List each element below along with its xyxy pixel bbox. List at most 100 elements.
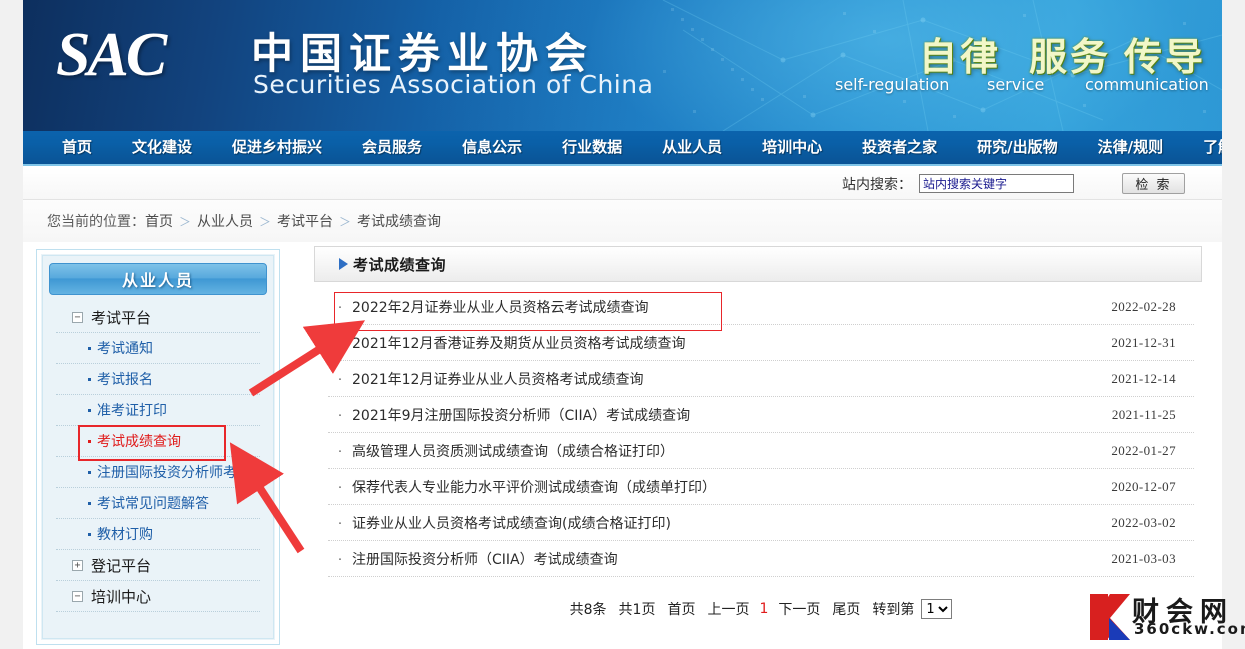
sidebar-item-0[interactable]: − 考试平台 [56,302,260,333]
sidebar-item-1[interactable]: 考试通知 [56,333,260,364]
site-search-bar: 站内搜索： 检 索 [23,168,1222,200]
watermark: 财会网 360ckw.com [1088,590,1245,642]
news-title[interactable]: 保荐代表人专业能力水平评价测试成绩查询（成绩单打印） [352,477,1084,497]
sidebar-title[interactable]: 从业人员 [49,263,267,295]
slogan-cn-3: 传导 [1124,35,1207,79]
nav-item-4[interactable]: 信息公示 [442,131,542,164]
collapse-icon[interactable]: − [72,590,83,602]
collapse-icon[interactable]: − [72,311,83,323]
news-title[interactable]: 证券业从业人员资格考试成绩查询(成绩合格证打印) [352,513,1084,533]
panel-header: 考试成绩查询 [314,246,1202,282]
org-name-english: Securities Association of China [253,70,654,99]
breadcrumb-item-0[interactable]: 首页 [145,214,173,230]
news-title[interactable]: 2021年12月香港证券及期货从业员资格考试成绩查询 [352,333,1084,353]
news-row[interactable]: · 高级管理人员资质测试成绩查询（成绩合格证打印） 2022-01-27 [328,433,1194,469]
sidebar-item-5[interactable]: 注册国际投资分析师考试 [56,457,260,488]
nav-item-2[interactable]: 促进乡村振兴 [212,131,342,164]
sidebar-item-9[interactable]: − 培训中心 [56,581,260,612]
news-row[interactable]: · 注册国际投资分析师（CIIA）考试成绩查询 2021-03-03 [328,541,1194,577]
bullet-dot-icon: · [337,334,343,351]
sidebar: 从业人员 − 考试平台 考试通知 考试报名 准考证打印 考试成绩查询 注册国际投资分析师考试… [36,249,280,645]
right-gutter [1222,0,1245,649]
news-date: 2022-03-02 [1111,514,1176,530]
pager-last-button[interactable]: 尾页 [832,599,860,619]
sidebar-item-6[interactable]: 考试常见问题解答 [56,488,260,519]
bullet-square-icon [88,377,91,381]
news-row[interactable]: · 2021年12月证券业从业人员资格考试成绩查询 2021-12-14 [328,361,1194,397]
sac-logo[interactable]: SAC [56,20,167,91]
left-gutter [0,0,23,649]
pager-prev-button[interactable]: 上一页 [707,599,749,619]
sidebar-item-label: 培训中心 [91,587,152,606]
sidebar-item-7[interactable]: 教材订购 [56,519,260,550]
bullet-dot-icon: · [337,406,343,423]
bullet-dot-icon: · [337,514,343,531]
sidebar-item-label: 考试报名 [97,372,153,388]
bullet-dot-icon: · [337,550,343,567]
nav-item-9[interactable]: 研究/出版物 [957,131,1077,164]
news-date: 2021-03-03 [1111,550,1176,566]
watermark-url: 360ckw.com [1134,620,1245,638]
sidebar-item-8[interactable]: + 登记平台 [56,550,260,581]
news-row[interactable]: · 证券业从业人员资格考试成绩查询(成绩合格证打印) 2022-03-02 [328,505,1194,541]
pager-total-pages: 共1页 [618,602,656,618]
bullet-square-icon [88,501,91,505]
news-title[interactable]: 注册国际投资分析师（CIIA）考试成绩查询 [352,549,1084,569]
sidebar-item-label: 考试平台 [91,308,152,327]
bullet-square-icon [88,439,91,443]
news-title[interactable]: 2021年9月注册国际投资分析师（CIIA）考试成绩查询 [352,405,1084,425]
news-row[interactable]: · 2021年9月注册国际投资分析师（CIIA）考试成绩查询 2021-11-25 [328,397,1194,433]
breadcrumb-separator-icon: ＞ [339,215,352,229]
nav-item-3[interactable]: 会员服务 [342,131,442,164]
sidebar-item-3[interactable]: 准考证打印 [56,395,260,426]
breadcrumb-item-1[interactable]: 从业人员 [197,214,253,230]
sidebar-item-label: 考试通知 [97,341,153,357]
news-row[interactable]: · 2021年12月香港证券及期货从业员资格考试成绩查询 2021-12-31 [328,325,1194,361]
watermark-k-logo-icon [1090,594,1130,640]
news-row[interactable]: · 2022年2月证券业从业人员资格云考试成绩查询 2022-02-28 [328,289,1194,325]
search-button[interactable]: 检 索 [1122,173,1185,194]
site-header-banner: SAC 中国证券业协会 Securities Association of Ch… [23,0,1222,131]
expand-icon[interactable]: + [72,559,83,571]
bullet-square-icon [88,346,91,350]
bullet-square-icon [88,470,91,474]
news-list: · 2022年2月证券业从业人员资格云考试成绩查询 2022-02-28 · 2021年… [314,289,1202,577]
sidebar-item-label: 注册国际投资分析师考试 [97,465,251,481]
breadcrumb-separator-icon: ＞ [179,215,192,229]
breadcrumb-bar: 您当前的位置：首页 ＞ 从业人员 ＞ 考试平台 ＞ 考试成绩查询 [23,200,1222,242]
breadcrumb-item-3[interactable]: 考试成绩查询 [357,214,441,230]
search-label: 站内搜索： [842,176,912,193]
pager-next-button[interactable]: 下一页 [778,599,820,619]
bullet-dot-icon: · [337,298,343,315]
slogan-en-2: service [987,75,1045,94]
nav-item-6[interactable]: 从业人员 [642,131,742,164]
pager-first-button[interactable]: 首页 [667,599,695,619]
breadcrumb-item-2[interactable]: 考试平台 [277,214,333,230]
sidebar-item-4[interactable]: 考试成绩查询 [56,426,260,457]
nav-item-1[interactable]: 文化建设 [112,131,212,164]
news-date: 2021-12-31 [1111,334,1176,350]
sidebar-item-label: 登记平台 [91,556,152,575]
news-date: 2022-02-28 [1111,298,1176,314]
news-title[interactable]: 2022年2月证券业从业人员资格云考试成绩查询 [352,297,1084,317]
search-input[interactable] [919,174,1074,193]
slogan-cn-1: 自律 [919,35,1002,79]
nav-item-7[interactable]: 培训中心 [742,131,842,164]
sidebar-item-label: 准考证打印 [97,403,167,419]
pager-goto-select[interactable]: 1 [921,599,953,619]
news-date: 2022-01-27 [1111,442,1176,458]
news-date: 2021-12-14 [1111,370,1176,386]
news-title[interactable]: 2021年12月证券业从业人员资格考试成绩查询 [352,369,1084,389]
nav-item-8[interactable]: 投资者之家 [842,131,957,164]
page-title: 考试成绩查询 [353,255,447,274]
nav-item-10[interactable]: 法律/规则 [1078,131,1183,164]
sidebar-item-2[interactable]: 考试报名 [56,364,260,395]
breadcrumb-prefix: 您当前的位置： [47,214,145,230]
nav-item-5[interactable]: 行业数据 [542,131,642,164]
news-title[interactable]: 高级管理人员资质测试成绩查询（成绩合格证打印） [352,441,1084,461]
nav-item-0[interactable]: 首页 [42,131,112,164]
main-navigation-bar: 首页 文化建设 促进乡村振兴 会员服务 信息公示 行业数据 从业人员 培训中心 投资者之家 研究/… [23,131,1245,166]
breadcrumb: 您当前的位置：首页 ＞ 从业人员 ＞ 考试平台 ＞ 考试成绩查询 [47,211,441,231]
pager-goto-label: 转到第 [872,602,915,618]
news-row[interactable]: · 保荐代表人专业能力水平评价测试成绩查询（成绩单打印） 2020-12-07 [328,469,1194,505]
